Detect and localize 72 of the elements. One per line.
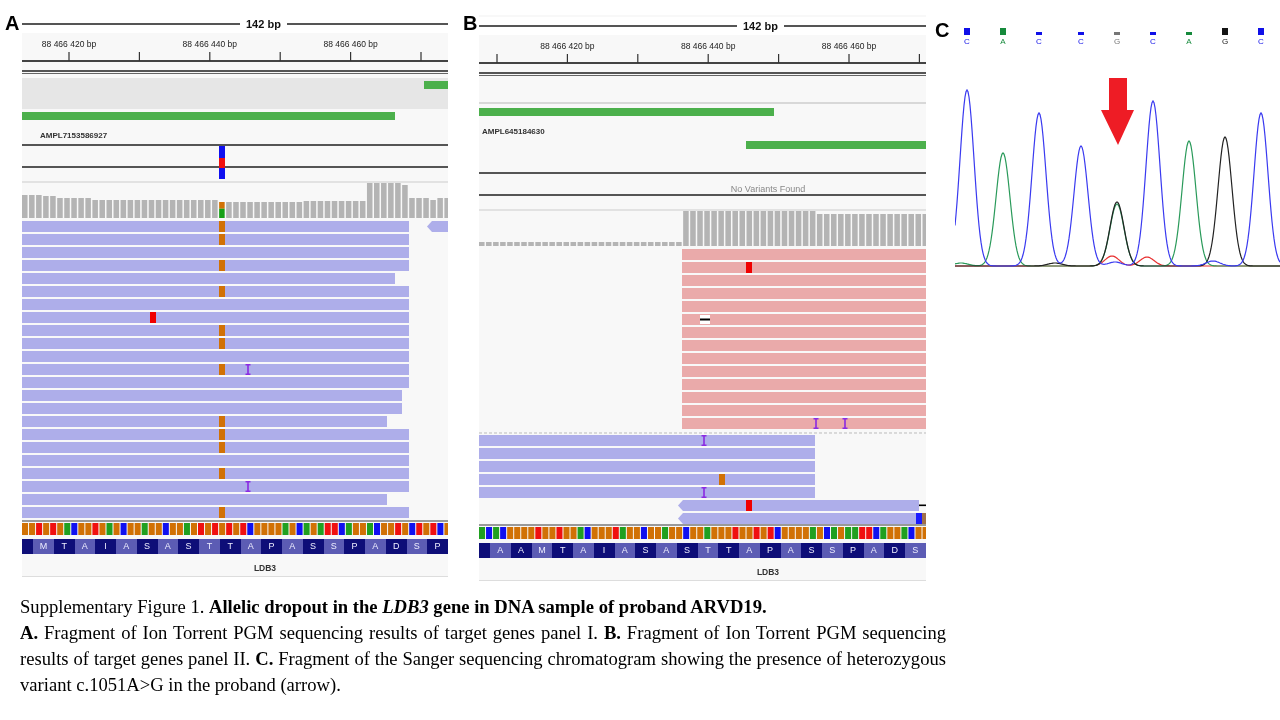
amino-acid: P [842, 543, 864, 558]
amino-acid: A [157, 539, 179, 554]
ruler-tick-label: 88 466 420 bp [540, 40, 595, 53]
ruler-span-label: 142 bp [743, 20, 778, 32]
amino-acid: T [552, 543, 573, 558]
amino-acid: P [344, 539, 365, 554]
down-arrow-icon [1101, 78, 1134, 145]
ruler-tick-label: 88 466 420 bp [41, 38, 97, 51]
gene-name: LDB3 [756, 566, 780, 578]
amino-acid: A [573, 543, 594, 558]
amino-acid: D [884, 543, 905, 558]
amino-acid: A [614, 543, 636, 558]
amino-acid: D [385, 539, 407, 554]
amino-acid: S [801, 543, 822, 558]
amino-acid: A [656, 543, 677, 558]
amino-acid: A [780, 543, 802, 558]
amino-acid: P [261, 539, 282, 554]
base-call: C [964, 37, 970, 47]
panel-label: C [935, 20, 951, 40]
ruler-tick-label: 88 466 460 bp [821, 40, 877, 53]
amino-acid: P [759, 543, 781, 558]
amino-acid: T [219, 539, 241, 554]
ruler-tick-label: 88 466 440 bp [182, 38, 237, 51]
amino-acid: S [323, 539, 345, 554]
ruler-span-label: 142 bp [246, 18, 281, 30]
amino-acid: A [74, 539, 96, 554]
amino-acid: S [822, 543, 843, 558]
ruler-tick-label: 88 466 460 bp [323, 38, 378, 51]
amino-acid: M [531, 543, 553, 558]
amino-acid: S [676, 543, 698, 558]
caption-text: A. Fragment of Ion Torrent PGM sequencing results of target genes panel I. B. Fragment of Ion Torrent PGM sequencing results of target genes panel II. C. Fragment of the Sanger sequencing chromatogram showing the presence of heterozygous variant c.1051A>G in the proband (arrow). [20, 621, 946, 697]
base-call: C [1036, 37, 1042, 47]
amino-acid: S [302, 539, 324, 554]
amplicon-name: AMPL645184630 [482, 127, 545, 137]
amino-acid: M [33, 539, 54, 554]
ruler-tick-label: 88 466 440 bp [681, 40, 736, 53]
codon-block [479, 543, 490, 558]
codon-block [22, 539, 33, 554]
amino-acid: T [697, 543, 719, 558]
base-call: A [1186, 37, 1192, 47]
amplicon-bar [424, 81, 448, 89]
amino-acid: T [718, 543, 739, 558]
amino-acid: A [863, 543, 885, 558]
caption-title: Supplementary Figure 1. Allelic dropout in the LDB3 gene in DNA sample of proband ARVD19. [20, 595, 768, 619]
amino-acid: A [240, 539, 262, 554]
amino-acid: S [635, 543, 656, 558]
base-call: A [1000, 37, 1006, 47]
amplicon-name: AMPL7153586927 [40, 131, 108, 141]
amino-acid: A [116, 539, 137, 554]
amino-acid: T [53, 539, 75, 554]
amino-acid: P [427, 539, 448, 554]
base-call: C [1078, 37, 1084, 47]
base-call: G [1221, 37, 1229, 47]
amino-acid: S [136, 539, 158, 554]
panel-label: B [463, 13, 479, 33]
amino-acid: A [510, 543, 532, 558]
base-call: G [1113, 37, 1121, 47]
amino-acid: S [406, 539, 428, 554]
variant-status-text: No Variants Found [730, 184, 806, 194]
amino-acid: S [178, 539, 199, 554]
base-call: C [1258, 37, 1264, 47]
amino-acid: S [905, 543, 926, 558]
amino-acid: A [282, 539, 303, 554]
amino-acid: I [593, 543, 615, 558]
amino-acid: A [490, 543, 511, 558]
amino-acid: A [739, 543, 760, 558]
gene-name: LDB3 [253, 562, 277, 574]
amino-acid: T [199, 539, 220, 554]
amino-acid: I [95, 539, 116, 554]
panel-label: A [5, 13, 21, 33]
base-call: C [1150, 37, 1156, 47]
amino-acid: A [365, 539, 386, 554]
